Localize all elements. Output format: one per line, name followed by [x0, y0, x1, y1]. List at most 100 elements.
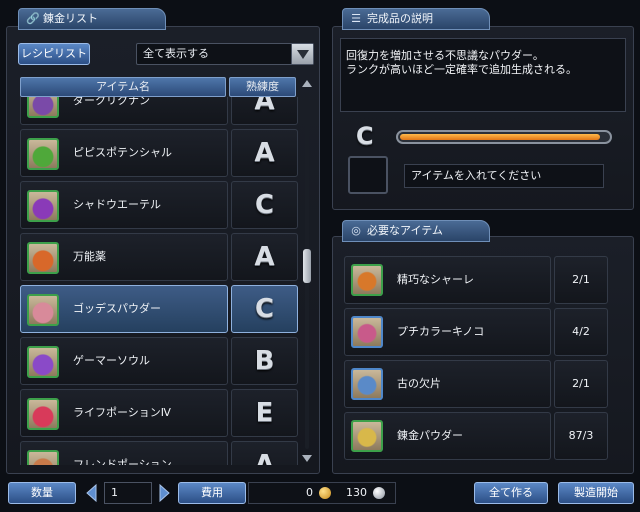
crystal-shard-icon [351, 368, 383, 400]
make-all-button[interactable]: 全て作る [474, 482, 548, 504]
quantity-input[interactable]: 1 [104, 482, 152, 504]
recipe-row[interactable]: ダークリクナン A [20, 97, 298, 125]
recipe-name-cell[interactable]: ゴッデスパウダー [20, 285, 228, 333]
recipe-row[interactable]: ライフポーションⅣ E [20, 389, 298, 437]
recipe-row[interactable]: シャドウエーテル C [20, 181, 298, 229]
required-item-name-cell: プチカラーキノコ [344, 308, 551, 356]
filter-dropdown[interactable]: 全て表示する [136, 43, 314, 65]
recipe-row[interactable]: ピピスポテンシャル A [20, 129, 298, 177]
item-glyph [29, 97, 57, 116]
recipe-list-button[interactable]: レシピリスト [18, 43, 90, 65]
recipe-grade[interactable]: A [231, 233, 298, 281]
cost-label-button: 費用 [178, 482, 246, 504]
item-glyph [353, 422, 381, 450]
recipe-name: ライフポーションⅣ [73, 406, 171, 419]
chevron-left-icon[interactable] [84, 482, 100, 504]
golden-powder-icon [351, 420, 383, 452]
description-title: 完成品の説明 [367, 12, 433, 25]
recipe-grade[interactable]: A [231, 97, 298, 125]
item-glyph [29, 244, 57, 272]
recipe-name: ゲーマーソウル [73, 354, 150, 367]
required-item-count: 4/2 [554, 308, 608, 356]
required-item-count: 87/3 [554, 412, 608, 460]
green-potion-icon [27, 138, 59, 170]
life-potion-icon [27, 398, 59, 430]
recipe-row[interactable]: フレンドポーション A [20, 441, 298, 465]
silver-amount: 130 [346, 486, 367, 499]
scroll-down-icon[interactable] [300, 451, 314, 465]
recipe-name-cell[interactable]: フレンドポーション [20, 441, 228, 465]
powder-dish-icon [27, 294, 59, 326]
item-glyph [29, 140, 57, 168]
quantity-increase-button[interactable] [156, 482, 172, 504]
recipe-grade[interactable]: A [231, 441, 298, 465]
alchemy-list-title: 錬金リスト [43, 12, 98, 25]
scroll-up-icon[interactable] [300, 77, 314, 91]
required-item-name-cell: 錬金パウダー [344, 412, 551, 460]
silver-coin-icon [373, 487, 385, 499]
recipe-name: ダークリクナン [73, 97, 150, 107]
quantity-label-button: 数量 [8, 482, 76, 504]
alchemy-list-tab: 🔗 錬金リスト [18, 8, 166, 30]
bag-icon: ◎ [351, 224, 361, 237]
required-item-name-cell: 精巧なシャーレ [344, 256, 551, 304]
petri-dish-icon [351, 264, 383, 296]
gold-coin-icon [319, 487, 331, 499]
recipe-grade[interactable]: C [231, 181, 298, 229]
column-header-grade[interactable]: 熟練度 [229, 77, 296, 97]
chevron-down-icon[interactable] [291, 44, 313, 64]
stack-icon: ☰ [351, 12, 361, 25]
required-item-row: 古の欠片 2/1 [344, 360, 608, 408]
required-item-row: 精巧なシャーレ 2/1 [344, 256, 608, 304]
start-production-button[interactable]: 製造開始 [558, 482, 634, 504]
description-tab: ☰ 完成品の説明 [342, 8, 490, 30]
item-glyph [353, 318, 381, 346]
recipe-name-cell[interactable]: シャドウエーテル [20, 181, 228, 229]
recipe-row[interactable]: 万能薬 A [20, 233, 298, 281]
item-glyph [353, 370, 381, 398]
skill-progress-bar [396, 130, 612, 144]
skill-progress-fill [400, 134, 600, 140]
slot-hint-box: アイテムを入れてください [404, 164, 604, 188]
recipe-grade[interactable]: A [231, 129, 298, 177]
mushroom-icon [351, 316, 383, 348]
filter-selected-value: 全て表示する [143, 47, 209, 60]
recipe-grade[interactable]: E [231, 389, 298, 437]
recipe-row[interactable]: ゴッデスパウダー C [20, 285, 298, 333]
required-item-name: 錬金パウダー [397, 429, 463, 442]
recipe-grade[interactable]: C [231, 285, 298, 333]
recipe-name-cell[interactable]: ダークリクナン [20, 97, 228, 125]
item-glyph [29, 192, 57, 220]
item-glyph [29, 348, 57, 376]
recipe-name-cell[interactable]: ピピスポテンシャル [20, 129, 228, 177]
required-items-tab: ◎ 必要なアイテム [342, 220, 490, 242]
scroll-thumb[interactable] [303, 249, 311, 283]
item-glyph [29, 296, 57, 324]
purple-potion-icon [27, 190, 59, 222]
cost-display: 0 130 [248, 482, 396, 504]
recipe-name: 万能薬 [73, 250, 106, 263]
flask-icon [27, 450, 59, 465]
chevron-right-icon[interactable] [156, 482, 172, 504]
description-box: 回復力を増加させる不思議なパウダー。 ランクが高いほど一定確率で追加生成される。 [340, 38, 626, 112]
orange-potion-icon [27, 242, 59, 274]
recipe-row[interactable]: ゲーマーソウル B [20, 337, 298, 385]
quantity-decrease-button[interactable] [84, 482, 100, 504]
recipe-name: ゴッデスパウダー [73, 302, 161, 315]
recipe-grade[interactable]: B [231, 337, 298, 385]
column-header-item[interactable]: アイテム名 [20, 77, 226, 97]
required-items-title: 必要なアイテム [367, 224, 443, 237]
item-glyph [353, 266, 381, 294]
gold-amount: 0 [306, 486, 313, 499]
recipe-list[interactable]: ダークリクナン A ピピスポテンシャル A シャドウエーテル C 万能薬 A ゴッデスパウダー C… [0, 97, 320, 465]
item-glyph [29, 452, 57, 465]
purple-orb-icon [27, 346, 59, 378]
recipe-name-cell[interactable]: ゲーマーソウル [20, 337, 228, 385]
item-slot[interactable] [348, 156, 388, 194]
required-item-name: プチカラーキノコ [397, 325, 485, 338]
recipe-name-cell[interactable]: ライフポーションⅣ [20, 389, 228, 437]
item-glyph [29, 400, 57, 428]
description-line-2: ランクが高いほど一定確率で追加生成される。 [346, 63, 577, 76]
list-scrollbar[interactable] [300, 77, 314, 465]
recipe-name-cell[interactable]: 万能薬 [20, 233, 228, 281]
